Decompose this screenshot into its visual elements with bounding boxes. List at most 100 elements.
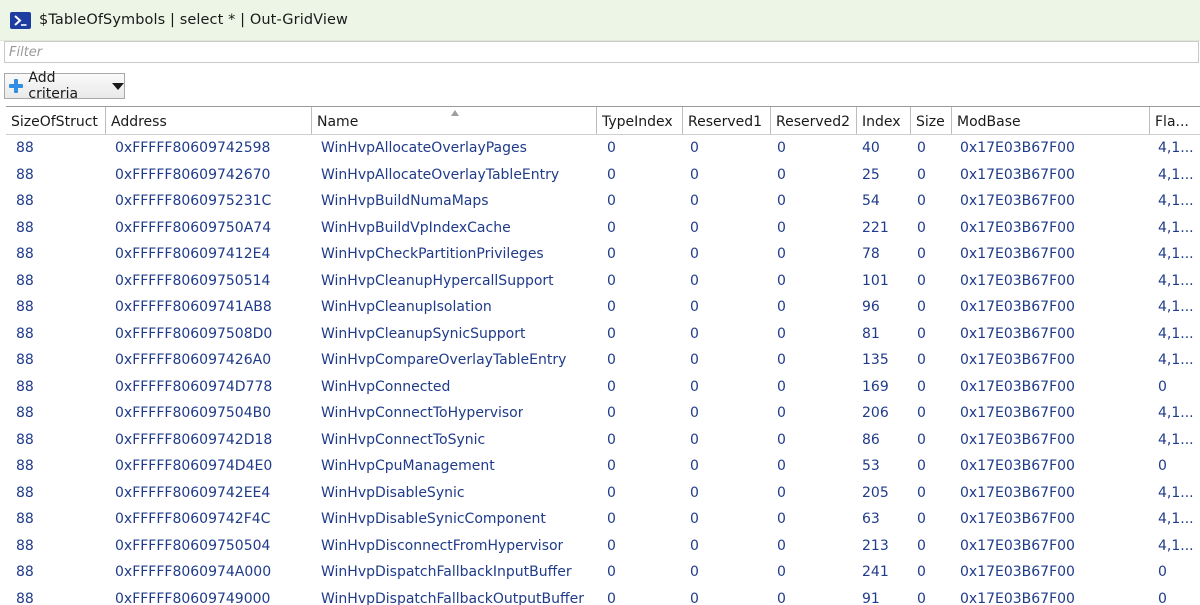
cell-modbase: 0x17E03B67F00 bbox=[960, 268, 1075, 294]
cell-modbase: 0x17E03B67F00 bbox=[960, 453, 1075, 479]
cell-flags: 4,1... bbox=[1158, 533, 1194, 559]
cell-flags: 4,1... bbox=[1158, 480, 1194, 506]
cell-name: WinHvpDisableSynicComponent bbox=[321, 506, 546, 532]
table-row[interactable]: 88 0xFFFFF80609742F4C WinHvpDisableSynicCo… bbox=[6, 506, 1200, 533]
table-row[interactable]: 880xFFFFF806097508D0WinHvpCleanupSynicSu… bbox=[6, 321, 1200, 348]
table-row[interactable]: 880xFFFFF80609742D18WinHvpConnectToSynic… bbox=[6, 427, 1200, 454]
table-row[interactable]: 880xFFFFF8060974D4E0WinHvpCpuManagement0… bbox=[6, 453, 1200, 480]
cell-sizeofstruct: 88 bbox=[16, 506, 34, 532]
cell-address: 0xFFFFF806097412E4 bbox=[115, 241, 270, 267]
cell-name: WinHvpDisableSynic bbox=[321, 480, 465, 506]
column-header-reserved2[interactable]: Reserved2 bbox=[771, 107, 857, 134]
cell-address: 0xFFFFF806097508D0 bbox=[115, 321, 272, 347]
cell-index: 206 bbox=[862, 400, 889, 426]
column-header-address[interactable]: Address bbox=[106, 107, 312, 134]
table-row[interactable]: 880xFFFFF8060974A000WinHvpDispatchFallba… bbox=[6, 559, 1200, 586]
cell-sizeofstruct: 88 bbox=[16, 586, 34, 605]
cell-reserved1: 0 bbox=[690, 453, 699, 479]
cell-index: 101 bbox=[862, 268, 889, 294]
column-header-size[interactable]: Size bbox=[911, 107, 952, 134]
table-row[interactable]: 880xFFFFF80609750504WinHvpDisconnectFrom… bbox=[6, 533, 1200, 560]
table-row[interactable]: 880xFFFFF806097504B0WinHvpConnectToHyper… bbox=[6, 400, 1200, 427]
table-row[interactable]: 880xFFFFF80609750514WinHvpCleanupHyperca… bbox=[6, 268, 1200, 295]
cell-index: 40 bbox=[862, 135, 880, 161]
table-row[interactable]: 880xFFFFF806097412E4WinHvpCheckPartition… bbox=[6, 241, 1200, 268]
table-row[interactable]: 880xFFFFF806097426A0WinHvpCompareOverlay… bbox=[6, 347, 1200, 374]
cell-flags: 0 bbox=[1158, 453, 1167, 479]
cell-address: 0xFFFFF80609742F4C bbox=[115, 506, 270, 532]
cell-index: 96 bbox=[862, 294, 880, 320]
column-header-modbase[interactable]: ModBase bbox=[952, 107, 1150, 134]
cell-size: 0 bbox=[917, 559, 926, 585]
cell-sizeofstruct: 88 bbox=[16, 162, 34, 188]
powershell-icon bbox=[10, 12, 31, 29]
cell-typeindex: 0 bbox=[607, 586, 616, 605]
results-grid[interactable]: SizeOfStructAddressNameTypeIndexReserved… bbox=[6, 106, 1200, 605]
cell-size: 0 bbox=[917, 188, 926, 214]
table-row[interactable]: 880xFFFFF80609750A74WinHvpBuildVpIndexCa… bbox=[6, 215, 1200, 242]
cell-name: WinHvpConnectToHypervisor bbox=[321, 400, 523, 426]
cell-flags: 4,1... bbox=[1158, 135, 1194, 161]
cell-modbase: 0x17E03B67F00 bbox=[960, 506, 1075, 532]
cell-modbase: 0x17E03B67F00 bbox=[960, 533, 1075, 559]
cell-flags: 0 bbox=[1158, 374, 1167, 400]
cell-index: 53 bbox=[862, 453, 880, 479]
cell-flags: 4,1... bbox=[1158, 162, 1194, 188]
cell-flags: 0 bbox=[1158, 559, 1167, 585]
filter-field[interactable] bbox=[4, 41, 1199, 63]
table-row[interactable]: 880xFFFFF80609742598WinHvpAllocateOverla… bbox=[6, 135, 1200, 162]
cell-size: 0 bbox=[917, 215, 926, 241]
cell-reserved1: 0 bbox=[690, 188, 699, 214]
filter-input[interactable] bbox=[5, 45, 1198, 60]
cell-typeindex: 0 bbox=[607, 294, 616, 320]
cell-typeindex: 0 bbox=[607, 427, 616, 453]
cell-address: 0xFFFFF8060974A000 bbox=[115, 559, 271, 585]
cell-size: 0 bbox=[917, 241, 926, 267]
cell-reserved2: 0 bbox=[777, 586, 786, 605]
cell-modbase: 0x17E03B67F00 bbox=[960, 480, 1075, 506]
table-row[interactable]: 880xFFFFF8060974D778WinHvpConnected00016… bbox=[6, 374, 1200, 401]
cell-typeindex: 0 bbox=[607, 268, 616, 294]
cell-size: 0 bbox=[917, 294, 926, 320]
cell-address: 0xFFFFF80609742D18 bbox=[115, 427, 272, 453]
column-header-name[interactable]: Name bbox=[312, 107, 597, 134]
cell-name: WinHvpAllocateOverlayPages bbox=[321, 135, 527, 161]
cell-reserved2: 0 bbox=[777, 533, 786, 559]
cell-size: 0 bbox=[917, 268, 926, 294]
table-row[interactable]: 880xFFFFF80609749000WinHvpDispatchFallba… bbox=[6, 586, 1200, 605]
cell-typeindex: 0 bbox=[607, 135, 616, 161]
table-row[interactable]: 880xFFFFF80609742670WinHvpAllocateOverla… bbox=[6, 162, 1200, 189]
cell-index: 78 bbox=[862, 241, 880, 267]
cell-address: 0xFFFFF80609749000 bbox=[115, 586, 270, 605]
cell-size: 0 bbox=[917, 480, 926, 506]
cell-index: 213 bbox=[862, 533, 889, 559]
cell-address: 0xFFFFF8060974D778 bbox=[115, 374, 272, 400]
cell-reserved1: 0 bbox=[690, 215, 699, 241]
cell-modbase: 0x17E03B67F00 bbox=[960, 162, 1075, 188]
cell-typeindex: 0 bbox=[607, 533, 616, 559]
cell-typeindex: 0 bbox=[607, 506, 616, 532]
cell-sizeofstruct: 88 bbox=[16, 347, 34, 373]
column-header-sizeofstruct[interactable]: SizeOfStruct bbox=[6, 107, 106, 134]
cell-name: WinHvpConnected bbox=[321, 374, 450, 400]
cell-address: 0xFFFFF806097504B0 bbox=[115, 400, 271, 426]
cell-typeindex: 0 bbox=[607, 215, 616, 241]
column-header-reserved1[interactable]: Reserved1 bbox=[683, 107, 771, 134]
column-header-index[interactable]: Index bbox=[857, 107, 911, 134]
cell-reserved2: 0 bbox=[777, 347, 786, 373]
cell-sizeofstruct: 88 bbox=[16, 374, 34, 400]
column-header-flags[interactable]: Fla... bbox=[1150, 107, 1200, 134]
cell-modbase: 0x17E03B67F00 bbox=[960, 241, 1075, 267]
cell-typeindex: 0 bbox=[607, 453, 616, 479]
column-header-typeindex[interactable]: TypeIndex bbox=[597, 107, 683, 134]
table-row[interactable]: 880xFFFFF80609741AB8WinHvpCleanupIsolati… bbox=[6, 294, 1200, 321]
table-row[interactable]: 880xFFFFF80609742EE4WinHvpDisableSynic00… bbox=[6, 480, 1200, 507]
table-row[interactable]: 880xFFFFF8060975231CWinHvpBuildNumaMaps0… bbox=[6, 188, 1200, 215]
add-criteria-button[interactable]: Add criteria bbox=[4, 73, 125, 99]
cell-reserved1: 0 bbox=[690, 427, 699, 453]
cell-size: 0 bbox=[917, 374, 926, 400]
cell-reserved2: 0 bbox=[777, 559, 786, 585]
cell-reserved1: 0 bbox=[690, 321, 699, 347]
cell-index: 135 bbox=[862, 347, 889, 373]
cell-name: WinHvpCpuManagement bbox=[321, 453, 495, 479]
